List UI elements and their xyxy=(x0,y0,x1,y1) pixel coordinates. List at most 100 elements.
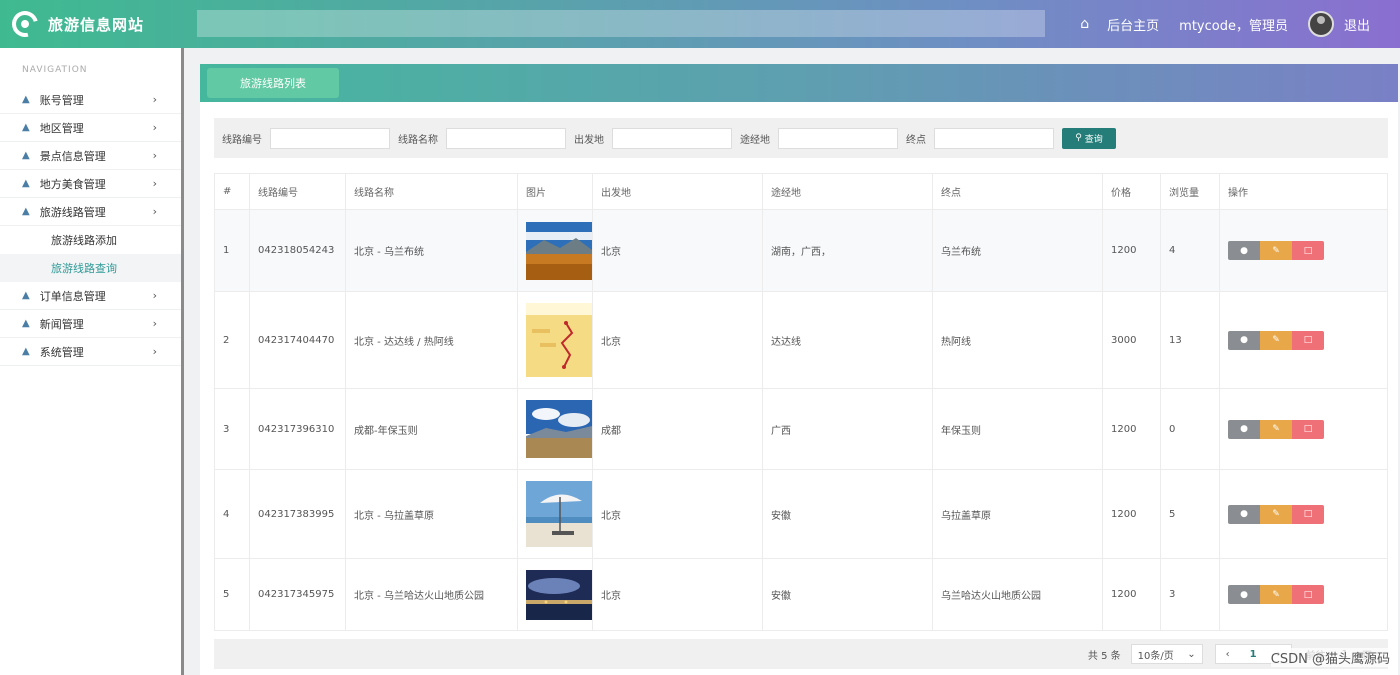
home-icon: ▲ xyxy=(22,178,30,189)
cell-index: 1 xyxy=(214,209,250,292)
logout-link[interactable]: 退出 xyxy=(1344,15,1370,34)
cell-dest: 乌兰布统 xyxy=(932,209,1103,292)
cell-route-name: 北京 - 乌兰哈达火山地质公园 xyxy=(345,558,518,631)
route-image-beach[interactable] xyxy=(526,481,592,547)
table-row: 5 042317345975 北京 - 乌兰哈达火山地质公园 北京 安徽 乌兰哈… xyxy=(214,558,1388,631)
sidebar-item-label: 系统管理 xyxy=(39,345,84,359)
view-button[interactable]: ● xyxy=(1228,504,1260,524)
top-search-bar[interactable] xyxy=(197,10,1045,37)
page-size-value: 10条/页 xyxy=(1137,650,1174,662)
cell-route-no: 042317396310 xyxy=(249,388,346,470)
route-image-map[interactable] xyxy=(526,303,592,377)
cell-origin: 北京 xyxy=(592,209,763,292)
edit-button[interactable]: ✎ xyxy=(1260,419,1292,439)
cell-index: 2 xyxy=(214,291,250,389)
col-image: 图片 xyxy=(517,173,593,210)
view-button[interactable]: ● xyxy=(1228,241,1260,260)
cell-route-name: 北京 - 乌拉盖草原 xyxy=(345,469,518,559)
origin-input[interactable] xyxy=(612,127,732,149)
sidebar-subitem-route-query[interactable]: 旅游线路查询 xyxy=(0,254,181,282)
cell-image xyxy=(517,558,593,631)
pagination: 共 5 条 10条/页⌄ ‹ 1 › 前往 1 页 xyxy=(214,639,1388,669)
prev-page-button[interactable]: ‹ xyxy=(1216,649,1240,660)
sidebar-item-routes[interactable]: ▲ 旅游线路管理 › xyxy=(0,198,181,226)
cell-dest: 乌兰哈达火山地质公园 xyxy=(932,558,1103,631)
delete-button[interactable]: □ xyxy=(1292,330,1324,350)
sidebar-item-label: 地方美食管理 xyxy=(39,177,106,191)
table-row: 4 042317383995 北京 - 乌拉盖草原 北京 安徽 乌拉盖草原 12… xyxy=(214,469,1388,559)
col-dest: 终点 xyxy=(932,173,1103,210)
cell-index: 4 xyxy=(214,469,250,559)
dest-label: 终点 xyxy=(906,134,926,146)
cell-price: 1200 xyxy=(1102,209,1161,292)
chevron-right-icon: › xyxy=(152,317,157,330)
cell-index: 5 xyxy=(214,558,250,631)
edit-icon: ✎ xyxy=(1272,424,1280,434)
sidebar-item-orders[interactable]: ▲ 订单信息管理 › xyxy=(0,282,181,310)
chevron-right-icon: › xyxy=(152,177,157,190)
panel-header: 旅游线路列表 xyxy=(200,64,1398,102)
search-button-label: 查询 xyxy=(1084,134,1103,145)
delete-button[interactable]: □ xyxy=(1292,585,1324,604)
delete-button[interactable]: □ xyxy=(1292,419,1324,439)
cell-origin: 北京 xyxy=(592,558,763,631)
view-button[interactable]: ● xyxy=(1228,330,1260,350)
page-number-current[interactable]: 1 xyxy=(1240,649,1267,660)
page-size-select[interactable]: 10条/页 ⌄ xyxy=(1130,644,1203,664)
trash-icon: □ xyxy=(1303,424,1313,434)
cell-route-no: 042318054243 xyxy=(249,209,346,292)
trash-icon: □ xyxy=(1303,335,1313,345)
cell-views: 4 xyxy=(1160,209,1220,292)
route-no-input[interactable] xyxy=(270,127,390,149)
sidebar-item-accounts[interactable]: ▲ 账号管理 › xyxy=(0,86,181,114)
route-name-input[interactable] xyxy=(446,127,566,149)
home-icon[interactable]: ⌂ xyxy=(1080,16,1089,32)
cell-image xyxy=(517,291,593,389)
route-table: # 线路编号 线路名称 图片 出发地 途经地 终点 价格 浏览量 操作 1 04… xyxy=(214,173,1388,631)
view-button[interactable]: ● xyxy=(1228,419,1260,439)
total-count: 共 5 条 xyxy=(1087,650,1121,662)
search-button[interactable]: ⚲ 查询 xyxy=(1062,127,1116,149)
sidebar-item-news[interactable]: ▲ 新闻管理 › xyxy=(0,310,181,338)
cell-actions: ● ✎ □ xyxy=(1219,469,1388,559)
chevron-right-icon: › xyxy=(152,289,157,302)
delete-button[interactable]: □ xyxy=(1292,241,1324,260)
edit-icon: ✎ xyxy=(1272,589,1280,600)
route-image-plateau[interactable] xyxy=(526,400,592,458)
edit-button[interactable]: ✎ xyxy=(1260,330,1292,350)
cell-origin: 北京 xyxy=(592,469,763,559)
dest-input[interactable] xyxy=(934,127,1054,149)
cell-route-name: 成都-年保玉则 xyxy=(345,388,518,470)
chevron-down-icon: ⌄ xyxy=(1187,648,1196,660)
table-header-row: # 线路编号 线路名称 图片 出发地 途经地 终点 价格 浏览量 操作 xyxy=(214,173,1388,210)
col-index: # xyxy=(214,173,250,210)
route-image-night[interactable] xyxy=(526,569,592,620)
cell-price: 1200 xyxy=(1102,469,1161,559)
trash-icon: □ xyxy=(1303,589,1313,600)
edit-button[interactable]: ✎ xyxy=(1260,241,1292,260)
sidebar-item-regions[interactable]: ▲ 地区管理 › xyxy=(0,114,181,142)
app-title: 旅游信息网站 xyxy=(48,15,145,34)
edit-icon: ✎ xyxy=(1272,245,1280,256)
route-image-grassland[interactable] xyxy=(526,221,592,280)
admin-home-link[interactable]: 后台主页 xyxy=(1107,15,1159,34)
via-input[interactable] xyxy=(778,127,898,149)
edit-button[interactable]: ✎ xyxy=(1260,585,1292,604)
sidebar-subitem-route-add[interactable]: 旅游线路添加 xyxy=(0,226,181,254)
cell-via: 安徽 xyxy=(762,469,933,559)
sidebar-item-system[interactable]: ▲ 系统管理 › xyxy=(0,338,181,366)
col-route-no: 线路编号 xyxy=(249,173,346,210)
cell-dest: 年保玉则 xyxy=(932,388,1103,470)
main-panel: 旅游线路列表 线路编号 线路名称 出发地 途经地 终点 ⚲ 查询 # 线路编号 … xyxy=(200,64,1398,675)
col-route-name: 线路名称 xyxy=(345,173,518,210)
sidebar-item-food[interactable]: ▲ 地方美食管理 › xyxy=(0,170,181,198)
cell-views: 13 xyxy=(1160,291,1220,389)
avatar[interactable] xyxy=(1307,11,1334,37)
sidebar-item-attractions[interactable]: ▲ 景点信息管理 › xyxy=(0,142,181,170)
logo[interactable]: 旅游信息网站 xyxy=(0,6,197,42)
tab-route-list[interactable]: 旅游线路列表 xyxy=(207,68,339,98)
view-button[interactable]: ● xyxy=(1228,585,1260,604)
delete-button[interactable]: □ xyxy=(1292,504,1324,524)
home-icon: ▲ xyxy=(22,290,30,301)
edit-button[interactable]: ✎ xyxy=(1260,504,1292,524)
